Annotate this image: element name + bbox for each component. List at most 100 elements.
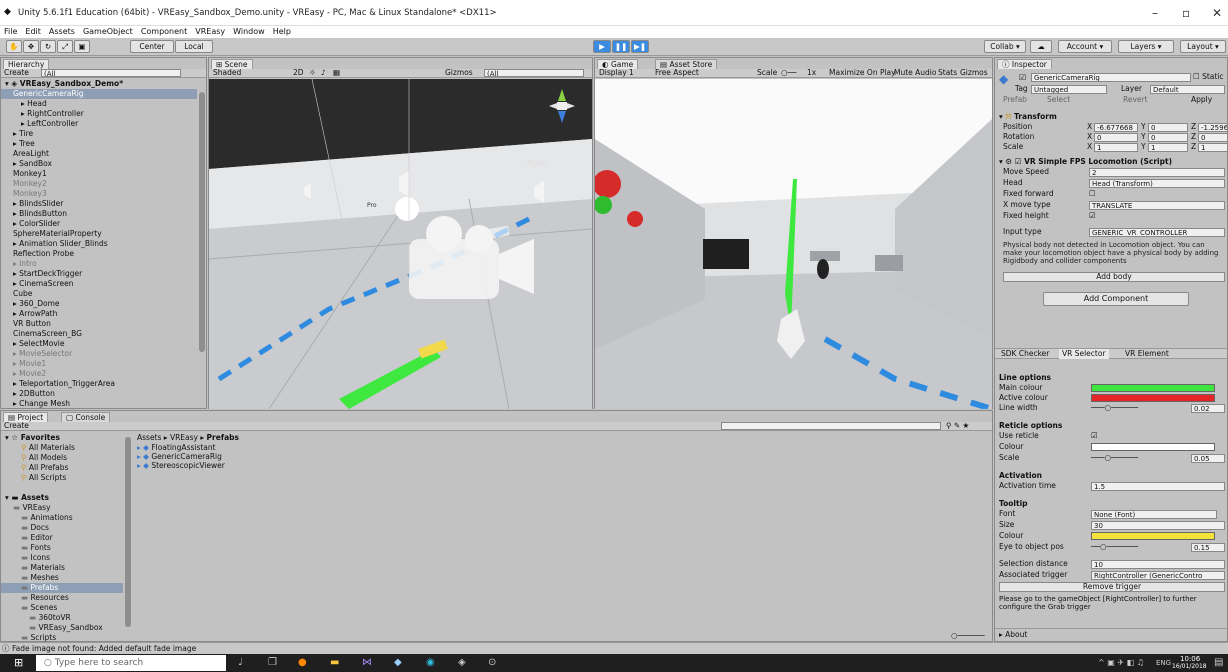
line-width-field[interactable]: 0.02 <box>1191 404 1225 413</box>
tab-sdk-checker[interactable]: SDK Checker <box>1001 349 1049 359</box>
folder-item[interactable]: ▬ Editor <box>1 533 123 543</box>
menu-item[interactable]: Component <box>137 26 191 38</box>
breadcrumb-vreasy[interactable]: VREasy <box>170 433 198 442</box>
reticle-scale-slider[interactable]: ───○────── <box>1091 453 1138 463</box>
associated-trigger-field[interactable]: RightController (GenericContro <box>1091 571 1225 580</box>
eye-to-object-slider[interactable]: ──○─────── <box>1091 542 1138 552</box>
hierarchy-item[interactable]: ▸ Intro <box>1 259 197 269</box>
hierarchy-item[interactable]: ▸ ColorSlider <box>1 219 197 229</box>
transform-header[interactable]: ▾ ⤧ Transform <box>999 112 1057 122</box>
locomotion-header[interactable]: ▾ ⚙ ☑ VR Simple FPS Locomotion (Script) <box>999 157 1172 167</box>
step-button[interactable]: ▶❚ <box>631 40 649 53</box>
notifications-icon[interactable]: ▤ <box>1214 657 1223 668</box>
clock-time[interactable]: 10:06 <box>1180 655 1200 663</box>
scale-z-field[interactable]: 1 <box>1198 143 1228 152</box>
hand-tool-icon[interactable]: ✋ <box>6 40 22 53</box>
collab-button[interactable]: Collab ▾ <box>984 40 1026 53</box>
hierarchy-item[interactable]: ▸ LeftController <box>1 119 197 129</box>
size-field[interactable]: 30 <box>1091 521 1225 530</box>
selection-distance-field[interactable]: 10 <box>1091 560 1225 569</box>
lighting-toggle-icon[interactable]: ☼ <box>309 68 316 78</box>
prefab-revert-button[interactable]: Revert <box>1123 95 1148 105</box>
cloud-icon[interactable]: ☁ <box>1030 40 1052 53</box>
menu-item[interactable]: Window <box>229 26 269 38</box>
hierarchy-create-button[interactable]: Create <box>4 68 29 78</box>
hierarchy-item[interactable]: ▸ StartDeckTrigger <box>1 269 197 279</box>
scene-gizmos-dropdown[interactable]: Gizmos <box>445 68 473 78</box>
hierarchy-item[interactable]: Cube <box>1 289 197 299</box>
rotation-x-field[interactable]: 0 <box>1094 133 1138 142</box>
hierarchy-item[interactable]: AreaLight <box>1 149 197 159</box>
folder-item[interactable]: ▬ 360toVR <box>1 613 123 623</box>
task-view-icon[interactable]: ❐ <box>268 657 277 668</box>
hierarchy-item[interactable]: GenericCameraRig <box>1 89 197 99</box>
hierarchy-item[interactable]: ▸ BlindsButton <box>1 209 197 219</box>
project-create-button[interactable]: Create <box>4 421 29 431</box>
input-type-dropdown[interactable]: GENERIC_VR_CONTROLLER <box>1089 228 1225 237</box>
fixed-height-checkbox[interactable]: ☑ <box>1089 211 1096 221</box>
project-search-input[interactable] <box>721 422 941 430</box>
x-move-type-dropdown[interactable]: TRANSLATE <box>1089 201 1225 210</box>
filter-icon[interactable]: ⚲ ✎ ★ <box>946 421 969 431</box>
language-indicator[interactable]: ENG <box>1156 659 1171 667</box>
mic-icon[interactable]: ♩ <box>238 657 243 668</box>
menu-item[interactable]: Assets <box>45 26 79 38</box>
display-dropdown[interactable]: Display 1 <box>599 68 634 78</box>
unity-taskbar-icon[interactable]: ◈ <box>458 657 466 668</box>
prefab-file[interactable]: ▸ ◆ StereoscopicViewer <box>137 461 225 471</box>
scale-y-field[interactable]: 1 <box>1148 143 1188 152</box>
add-component-button[interactable]: Add Component <box>1043 292 1189 306</box>
windows-start-icon[interactable]: ⊞ <box>14 656 23 669</box>
console-tab[interactable]: ▢ Console <box>61 412 111 422</box>
line-width-slider[interactable]: ───○────── <box>1091 403 1138 413</box>
eye-to-object-field[interactable]: 0.15 <box>1191 543 1225 552</box>
hierarchy-scrollbar[interactable] <box>199 92 205 352</box>
use-reticle-checkbox[interactable]: ☑ <box>1091 431 1098 441</box>
rotation-z-field[interactable]: 0 <box>1198 133 1228 142</box>
firefox-icon[interactable]: ● <box>298 657 307 668</box>
favorite-item[interactable]: ⚲ All Models <box>21 453 67 463</box>
activation-time-field[interactable]: 1.5 <box>1091 482 1225 491</box>
rect-tool-icon[interactable]: ▣ <box>74 40 90 53</box>
reticle-colour-swatch[interactable] <box>1091 443 1215 451</box>
hierarchy-item[interactable]: ▸ ArrowPath <box>1 309 197 319</box>
layers-dropdown[interactable]: Layers ▾ <box>1118 40 1174 53</box>
head-field[interactable]: Head (Transform) <box>1089 179 1225 188</box>
hierarchy-item[interactable]: ▸ Tire <box>1 129 197 139</box>
menu-item[interactable]: Edit <box>21 26 45 38</box>
audio-toggle-icon[interactable]: ♪ <box>321 68 326 78</box>
hierarchy-item[interactable]: ▸ Tree <box>1 139 197 149</box>
pause-button[interactable]: ❚❚ <box>612 40 630 53</box>
steam-icon[interactable]: ◉ <box>426 657 435 668</box>
move-tool-icon[interactable]: ✥ <box>23 40 39 53</box>
tag-dropdown[interactable]: Untagged <box>1031 85 1107 94</box>
folder-item[interactable]: ▬ VREasy_Sandbox <box>1 623 123 633</box>
hierarchy-item[interactable]: Monkey1 <box>1 169 197 179</box>
hierarchy-item[interactable]: ▸ Change Mesh <box>1 399 197 409</box>
hierarchy-item[interactable]: ▸ Teleportation_TriggerArea <box>1 379 197 389</box>
hierarchy-item[interactable]: SphereMaterialProperty <box>1 229 197 239</box>
rotation-y-field[interactable]: 0 <box>1148 133 1188 142</box>
hierarchy-item[interactable]: CinemaScreen_BG <box>1 329 197 339</box>
hierarchy-item[interactable]: ▸ Movie1 <box>1 359 197 369</box>
game-viewport[interactable] <box>595 79 992 409</box>
favorite-item[interactable]: ⚲ All Materials <box>21 443 75 453</box>
about-section[interactable]: ▸ About <box>995 628 1227 640</box>
scale-slider[interactable]: ○── <box>781 68 797 78</box>
visual-studio-icon[interactable]: ⋈ <box>362 657 372 668</box>
mute-audio-toggle[interactable]: Mute Audio <box>894 68 936 78</box>
rotate-tool-icon[interactable]: ↻ <box>40 40 56 53</box>
hierarchy-item[interactable]: ▸ 2DButton <box>1 389 197 399</box>
active-checkbox[interactable]: ☑ <box>1019 73 1026 82</box>
hierarchy-item[interactable]: ▸ SandBox <box>1 159 197 169</box>
hierarchy-search-input[interactable]: (All <box>41 69 181 77</box>
file-explorer-icon[interactable]: ▬ <box>330 657 339 668</box>
project-tree-scrollbar[interactable] <box>125 437 131 627</box>
static-checkbox[interactable]: ☐ Static <box>1193 72 1224 82</box>
aspect-dropdown[interactable]: Free Aspect <box>655 68 699 78</box>
folder-item[interactable]: ▬ Icons <box>1 553 123 563</box>
menu-item[interactable]: GameObject <box>79 26 137 38</box>
prefab-apply-button[interactable]: Apply <box>1191 95 1212 105</box>
game-gizmos-dropdown[interactable]: Gizmos <box>960 68 988 78</box>
menu-item[interactable]: Help <box>269 26 295 38</box>
